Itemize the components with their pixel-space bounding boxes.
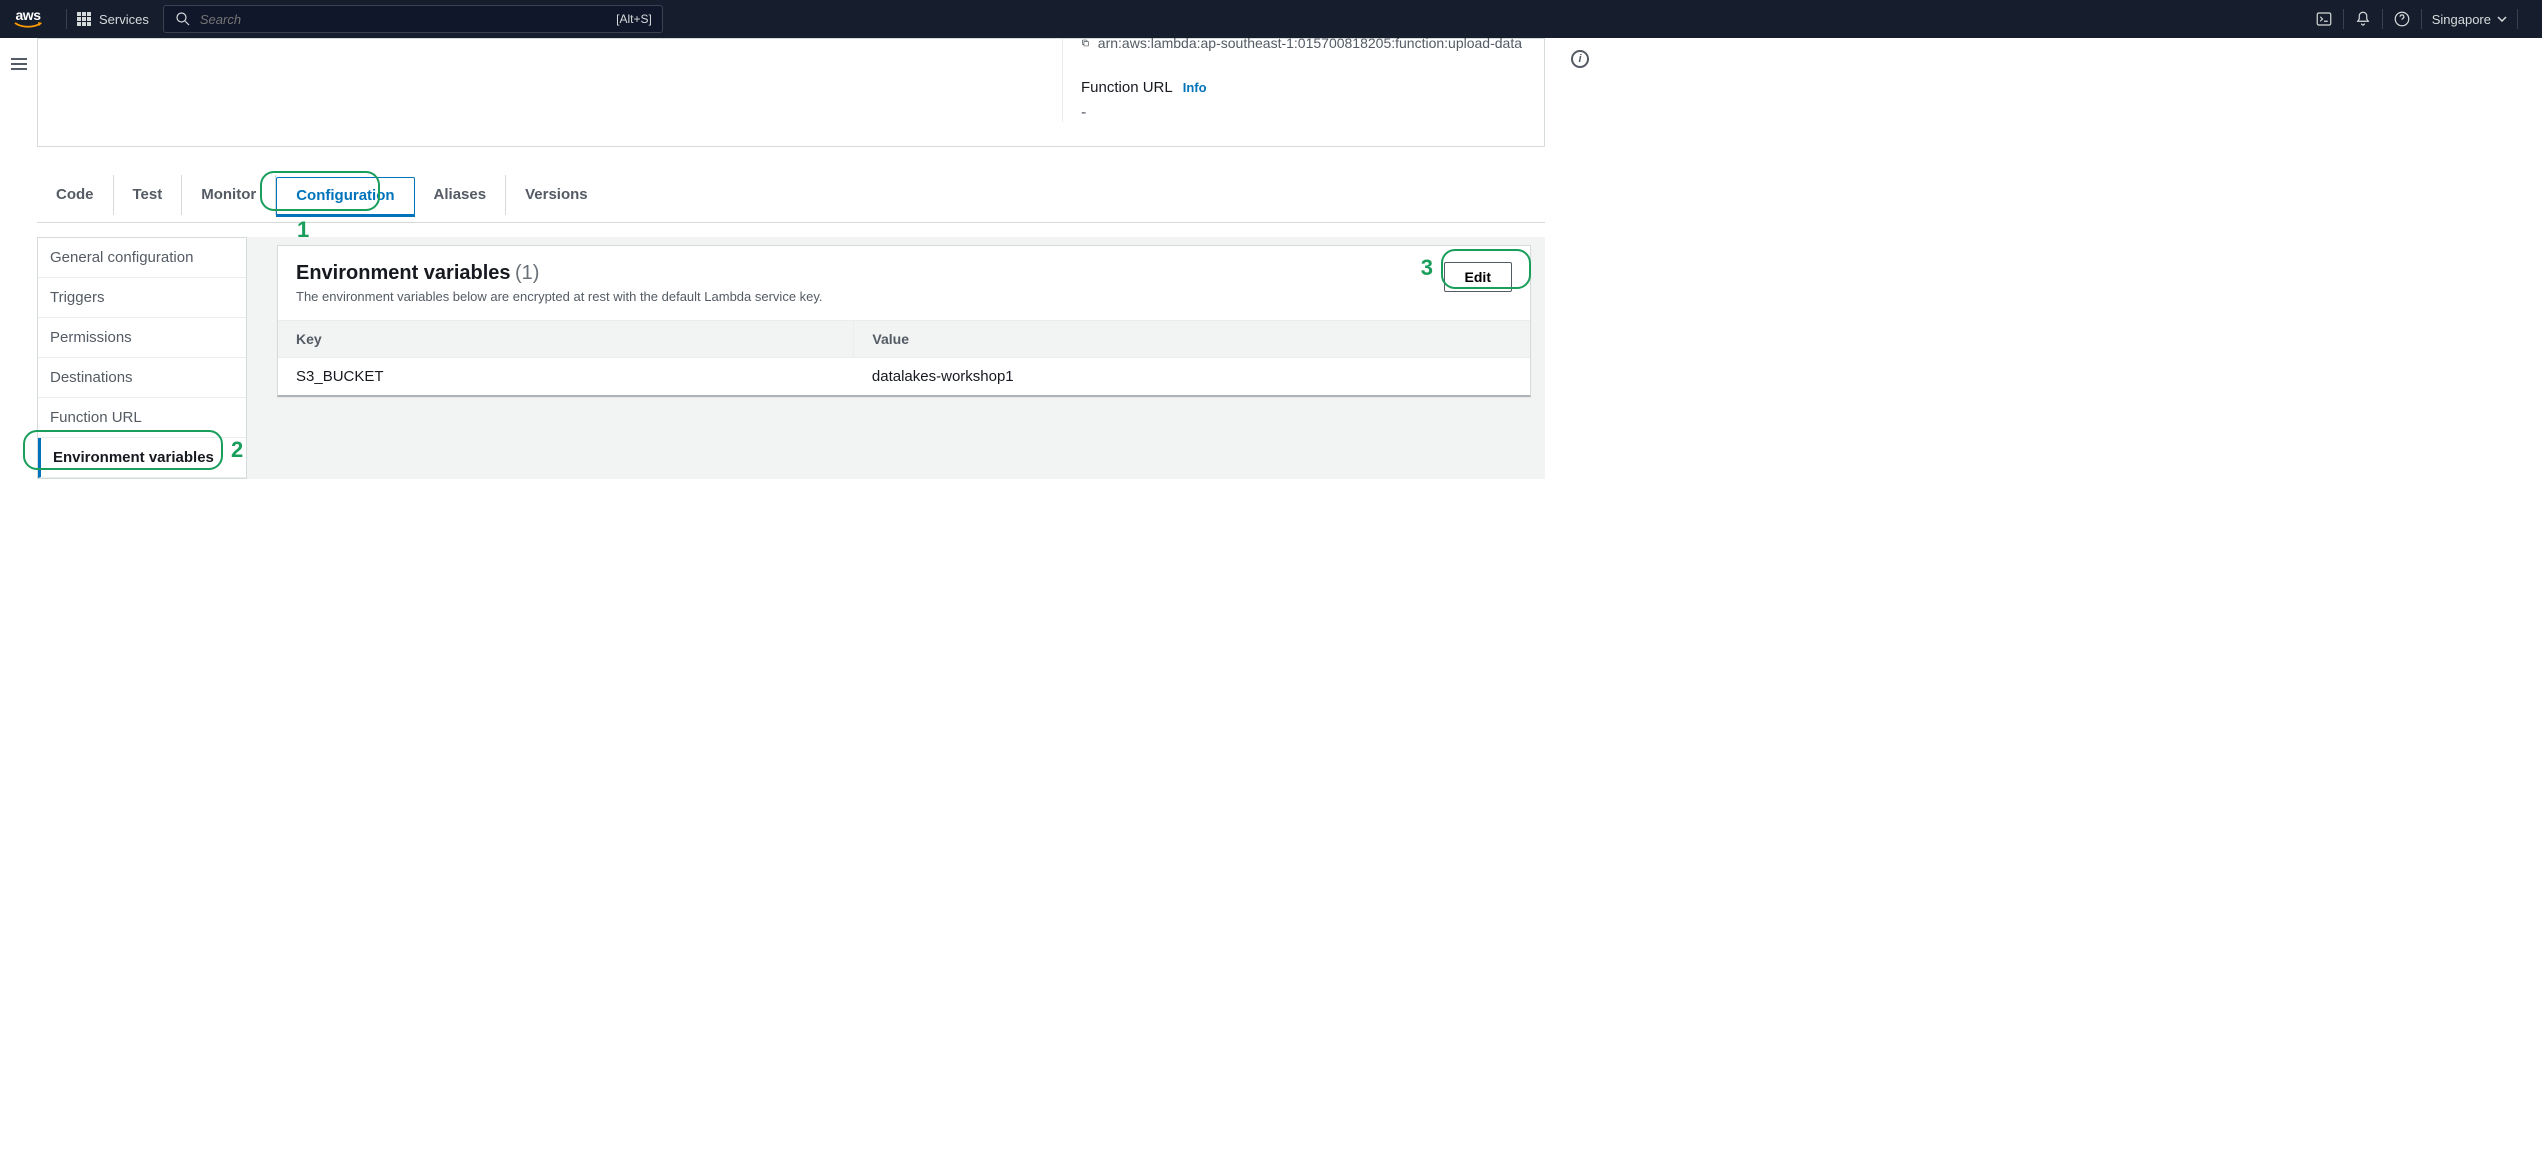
- grid-icon: [77, 12, 91, 26]
- top-navigation: aws Services [Alt+S] Singapore: [0, 0, 2542, 38]
- cloudshell-icon[interactable]: [2315, 10, 2333, 28]
- env-var-value: datalakes-workshop1: [854, 358, 1530, 396]
- tab-versions[interactable]: Versions: [506, 175, 607, 215]
- sidebar-item-permissions[interactable]: Permissions: [38, 318, 246, 358]
- panel-description: The environment variables below are encr…: [296, 289, 823, 304]
- tab-configuration[interactable]: Configuration: [276, 177, 414, 217]
- env-var-key: S3_BUCKET: [278, 358, 854, 396]
- function-overview-card: arn:aws:lambda:ap-southeast-1:0157008182…: [37, 38, 1545, 147]
- tab-monitor[interactable]: Monitor: [182, 175, 276, 215]
- tab-test[interactable]: Test: [114, 175, 183, 215]
- table-header-value: Value: [854, 321, 1530, 358]
- divider: [2343, 9, 2344, 29]
- global-search[interactable]: [Alt+S]: [163, 5, 663, 33]
- sidebar-item-general[interactable]: General configuration: [38, 238, 246, 278]
- function-arn-value: arn:aws:lambda:ap-southeast-1:0157008182…: [1098, 35, 1522, 51]
- search-shortcut: [Alt+S]: [616, 12, 652, 26]
- divider: [2382, 9, 2383, 29]
- sidebar-item-function-url[interactable]: Function URL: [38, 398, 246, 438]
- services-menu-button[interactable]: Services: [77, 12, 149, 27]
- copy-icon[interactable]: [1081, 36, 1090, 50]
- sidebar-item-triggers[interactable]: Triggers: [38, 278, 246, 318]
- environment-variables-table: Key Value S3_BUCKET datalakes-workshop1: [278, 320, 1530, 395]
- annotation-number-3: 3: [1421, 255, 1433, 281]
- function-tabs: Code Test Monitor Configuration Aliases …: [37, 167, 1545, 223]
- tab-code[interactable]: Code: [37, 175, 114, 215]
- function-url-label: Function URL: [1081, 79, 1173, 96]
- aws-logo[interactable]: aws: [14, 10, 42, 28]
- sidebar-item-destinations[interactable]: Destinations: [38, 358, 246, 398]
- search-input[interactable]: [200, 12, 616, 27]
- hamburger-icon: [11, 58, 27, 70]
- search-icon: [174, 10, 192, 28]
- panel-count: (1): [515, 262, 539, 284]
- divider: [2421, 9, 2422, 29]
- function-url-value: -: [1081, 104, 1522, 122]
- tab-aliases[interactable]: Aliases: [415, 175, 507, 215]
- left-rail-toggle[interactable]: [0, 44, 37, 84]
- region-label: Singapore: [2432, 12, 2491, 27]
- divider: [66, 9, 67, 29]
- region-selector[interactable]: Singapore: [2432, 12, 2507, 27]
- divider: [2517, 9, 2518, 29]
- table-header-key: Key: [278, 321, 854, 358]
- environment-variables-panel: Environment variables (1) The environmen…: [277, 245, 1531, 397]
- table-row: S3_BUCKET datalakes-workshop1: [278, 358, 1530, 396]
- configuration-sidebar: General configuration Triggers Permissio…: [37, 237, 247, 479]
- chevron-down-icon: [2497, 16, 2507, 22]
- help-icon[interactable]: [2393, 10, 2411, 28]
- function-arn-row: arn:aws:lambda:ap-southeast-1:0157008182…: [1081, 35, 1522, 51]
- info-icon[interactable]: i: [1571, 50, 1589, 68]
- function-url-info-link[interactable]: Info: [1183, 80, 1207, 95]
- edit-button[interactable]: Edit: [1444, 262, 1512, 292]
- services-label: Services: [99, 12, 149, 27]
- right-info-rail: i: [1565, 38, 1595, 479]
- panel-title: Environment variables: [296, 262, 511, 284]
- notifications-icon[interactable]: [2354, 10, 2372, 28]
- annotation-number-2: 2: [231, 437, 243, 463]
- sidebar-item-environment-variables[interactable]: Environment variables: [38, 438, 246, 478]
